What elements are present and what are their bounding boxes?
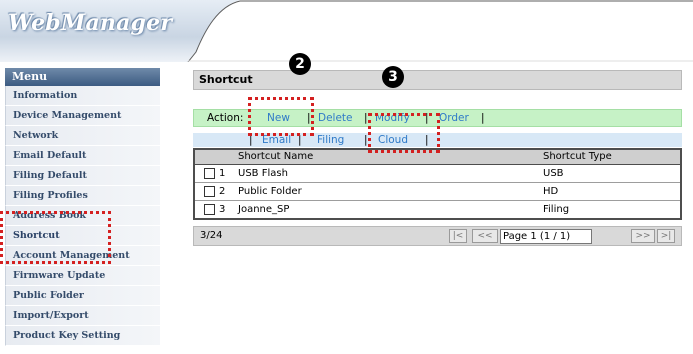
tab-filing[interactable]: Filing xyxy=(317,133,344,147)
prev-page-button[interactable]: << xyxy=(472,229,498,243)
sidebar-item-filing-profiles[interactable]: Filing Profiles xyxy=(5,186,160,206)
row-shortcut-name: Public Folder xyxy=(238,186,302,197)
row-shortcut-type: USB xyxy=(543,168,564,179)
column-header-name[interactable]: Shortcut Name xyxy=(238,150,313,164)
row-shortcut-type: HD xyxy=(543,186,559,197)
item-count: 3/24 xyxy=(200,230,223,241)
sidebar-item-product-key-setting[interactable]: Product Key Setting xyxy=(5,326,160,346)
separator: | xyxy=(364,134,368,146)
page-select[interactable]: Page 1 (1 / 1) xyxy=(500,229,592,244)
delete-button[interactable]: Delete xyxy=(318,110,353,126)
sidebar-item-device-management[interactable]: Device Management xyxy=(5,106,160,126)
sidebar-item-email-default[interactable]: Email Default xyxy=(5,146,160,166)
annotation-highlight-cloud xyxy=(368,113,440,153)
header: WebManager xyxy=(0,0,693,62)
sidebar-item-filing-default[interactable]: Filing Default xyxy=(5,166,160,186)
row-number: 3 xyxy=(219,204,226,215)
annotation-highlight-shortcut xyxy=(0,211,111,264)
menu-header: Menu xyxy=(5,68,160,86)
row-number: 2 xyxy=(219,186,226,197)
sidebar-item-network[interactable]: Network xyxy=(5,126,160,146)
app-logo: WebManager xyxy=(8,10,173,36)
row-checkbox[interactable] xyxy=(204,204,215,215)
step-badge-3: 3 xyxy=(382,66,404,88)
row-shortcut-type: Filing xyxy=(543,204,570,215)
sidebar-item-import-export[interactable]: Import/Export xyxy=(5,306,160,326)
row-number: 1 xyxy=(219,168,226,179)
page-title: Shortcut xyxy=(193,70,682,90)
row-shortcut-name: USB Flash xyxy=(238,168,288,179)
sidebar-item-information[interactable]: Information xyxy=(5,86,160,106)
action-label: Action: xyxy=(207,112,244,124)
row-checkbox[interactable] xyxy=(204,186,215,197)
first-page-button[interactable]: |< xyxy=(449,229,467,243)
order-button[interactable]: Order xyxy=(439,110,469,126)
separator: | xyxy=(481,112,485,124)
next-page-button[interactable]: >> xyxy=(631,229,655,243)
table-row[interactable]: 1 USB Flash USB xyxy=(195,165,680,183)
table-row[interactable]: 2 Public Folder HD xyxy=(195,183,680,201)
separator: | xyxy=(364,112,368,124)
sidebar-item-firmware-update[interactable]: Firmware Update xyxy=(5,266,160,286)
sidebar-item-public-folder[interactable]: Public Folder xyxy=(5,286,160,306)
last-page-button[interactable]: >| xyxy=(657,229,675,243)
pagination-bar: 3/24 |< << Page 1 (1 / 1) >> >| xyxy=(193,226,682,246)
column-header-type[interactable]: Shortcut Type xyxy=(543,150,612,164)
row-shortcut-name: Joanne_SP xyxy=(238,204,290,215)
shortcut-table: Shortcut Name Shortcut Type 1 USB Flash … xyxy=(193,148,682,220)
sidebar-menu: Menu Information Device Management Netwo… xyxy=(5,68,160,346)
row-checkbox[interactable] xyxy=(204,168,215,179)
table-row[interactable]: 3 Joanne_SP Filing xyxy=(195,201,680,218)
annotation-highlight-new xyxy=(248,97,314,136)
step-badge-2: 2 xyxy=(289,53,311,75)
